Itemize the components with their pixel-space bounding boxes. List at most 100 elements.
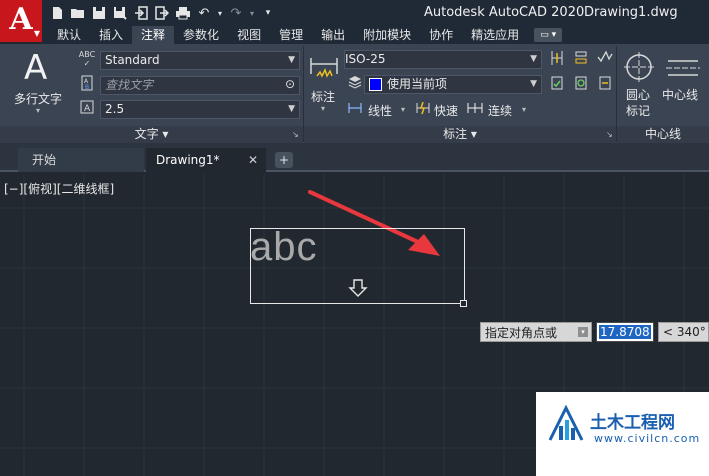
break-dimension-icon[interactable] bbox=[548, 50, 566, 68]
tab-drawing1[interactable]: Drawing1* ✕ bbox=[146, 148, 266, 172]
search-icon[interactable]: ⊙ bbox=[285, 77, 295, 93]
linear-dimension-icon bbox=[346, 101, 364, 119]
watermark: 土木工程网 www.civilcn.com bbox=[536, 392, 709, 476]
dimension-style-value: ISO-25 bbox=[345, 52, 386, 66]
redo-dropdown-icon[interactable]: ▾ bbox=[248, 4, 256, 22]
chevron-down-icon: ▼ bbox=[530, 79, 537, 89]
drawing-canvas[interactable]: [−][俯视][二维线框] abc 指定对角点或 ▾ 17.8708 < 340… bbox=[0, 174, 709, 476]
center-mark-icon bbox=[624, 52, 654, 82]
jogged-linear-icon[interactable] bbox=[596, 75, 614, 93]
viewport-controls[interactable]: [−][俯视][二维线框] bbox=[4, 180, 114, 197]
prompt-options-icon[interactable]: ▾ bbox=[578, 327, 588, 337]
chevron-down-icon: ▼ bbox=[288, 55, 295, 65]
dimension-layer-value: 使用当前项 bbox=[387, 77, 448, 91]
ribbon-tab-bar: 默认 插入 注释 参数化 视图 管理 输出 附加模块 协作 精选应用 ▭ ▾ bbox=[42, 26, 709, 44]
print-icon[interactable] bbox=[174, 4, 192, 22]
center-mark-label-line2: 标记 bbox=[626, 104, 651, 118]
app-menu-caret-icon: ▼ bbox=[33, 29, 40, 38]
watermark-title: 土木工程网 bbox=[590, 413, 675, 433]
tab-annotate[interactable]: 注释 bbox=[132, 26, 175, 44]
undo-dropdown-icon[interactable]: ▾ bbox=[216, 4, 224, 22]
adjust-space-icon[interactable] bbox=[572, 50, 590, 68]
angle-input[interactable]: < 340° bbox=[658, 322, 709, 342]
inspect-icon[interactable] bbox=[596, 50, 614, 68]
tab-start[interactable]: 开始 bbox=[18, 148, 144, 172]
distance-input[interactable]: 17.8708 bbox=[596, 322, 654, 342]
tab-collaborate[interactable]: 协作 bbox=[420, 26, 462, 44]
mtext-big-icon: A bbox=[24, 48, 48, 88]
import-icon[interactable] bbox=[132, 4, 150, 22]
centerline-button[interactable]: 中心线 bbox=[662, 50, 706, 110]
quick-dimension-icon bbox=[414, 101, 432, 119]
undo-icon[interactable]: ↶ bbox=[195, 4, 213, 22]
panel-launcher-icon[interactable]: ↘ bbox=[292, 130, 299, 139]
title-bar: A ▼ ↶ ▾ ↷ ▾ ▾ Autodesk AutoCAD 2020 Draw… bbox=[0, 0, 709, 42]
panel-launcher-icon[interactable]: ↘ bbox=[606, 130, 613, 139]
close-icon[interactable]: ✕ bbox=[248, 148, 258, 172]
dimension-panel-footer[interactable]: 标注 ▾ bbox=[304, 126, 616, 143]
svg-text:A: A bbox=[84, 104, 91, 114]
save-as-icon[interactable] bbox=[111, 4, 129, 22]
quick-access-toolbar: ↶ ▾ ↷ ▾ ▾ bbox=[48, 4, 280, 22]
customize-icon[interactable]: ▾ bbox=[259, 4, 277, 22]
quick-label: 快速 bbox=[434, 104, 459, 118]
text-height-icon: A bbox=[78, 100, 96, 118]
dimension-layer-dropdown[interactable]: 使用当前项 ▼ bbox=[364, 75, 542, 94]
new-tab-button[interactable]: + bbox=[275, 152, 293, 168]
tab-parametric[interactable]: 参数化 bbox=[174, 26, 228, 44]
export-icon[interactable] bbox=[153, 4, 171, 22]
centerline-panel-title: 中心线 bbox=[644, 127, 681, 141]
centerline-panel-footer[interactable]: 中心线 bbox=[617, 126, 709, 143]
dimension-dropdown-icon: ▾ bbox=[321, 104, 326, 113]
watermark-url: www.civilcn.com bbox=[594, 432, 701, 445]
chevron-down-icon: ▼ bbox=[288, 104, 295, 114]
tab-featured-apps[interactable]: 精选应用 bbox=[462, 26, 528, 44]
text-style-dropdown[interactable]: Standard ▼ bbox=[100, 51, 300, 70]
dimension-style-dropdown[interactable]: ISO-25 ▼ bbox=[344, 50, 542, 69]
continue-label: 连续 bbox=[488, 104, 513, 118]
find-text-placeholder: 查找文字 bbox=[105, 78, 154, 92]
ribbon-panel-area: A 多行文字 ▾ ABC ✓ Standard ▼ AB 查找文字 ⊙ A 2.5… bbox=[0, 44, 709, 143]
center-mark-label-line1: 圆心 bbox=[626, 88, 651, 102]
text-style-icon: ABC ✓ bbox=[78, 50, 96, 68]
window-title: Autodesk AutoCAD 2020 bbox=[424, 5, 585, 20]
center-mark-button[interactable]: 圆心 标记 bbox=[620, 50, 660, 122]
watermark-logo bbox=[548, 404, 584, 441]
prompt-text: 指定对角点或 bbox=[485, 326, 558, 340]
layer-color-swatch bbox=[369, 78, 382, 91]
file-tab-bar: 开始 Drawing1* ✕ + bbox=[0, 143, 709, 172]
linear-dropdown-icon: ▾ bbox=[401, 105, 406, 114]
tab-default[interactable]: 默认 bbox=[48, 26, 90, 44]
text-panel-footer[interactable]: 文字 ▾ bbox=[0, 126, 303, 143]
tab-insert[interactable]: 插入 bbox=[90, 26, 132, 44]
distance-value: 17.8708 bbox=[599, 325, 651, 339]
update-dimension-icon[interactable] bbox=[572, 75, 590, 93]
svg-text:B: B bbox=[85, 84, 89, 91]
down-arrow-icon bbox=[348, 279, 368, 297]
continue-dimension-icon bbox=[466, 101, 484, 119]
tab-output[interactable]: 输出 bbox=[312, 26, 354, 44]
continue-dropdown-icon: ▾ bbox=[522, 105, 527, 114]
text-height-dropdown[interactable]: 2.5 ▼ bbox=[100, 100, 300, 119]
tab-manage[interactable]: 管理 bbox=[270, 26, 312, 44]
redo-icon[interactable]: ↷ bbox=[227, 4, 245, 22]
ribbon-minimize-icon[interactable]: ▭ ▾ bbox=[534, 28, 563, 42]
find-text-input[interactable]: 查找文字 ⊙ bbox=[100, 76, 300, 95]
tab-start-label: 开始 bbox=[32, 153, 57, 167]
dimension-icon bbox=[310, 58, 338, 78]
corner-grip[interactable] bbox=[460, 300, 467, 307]
tab-addins[interactable]: 附加模块 bbox=[354, 26, 420, 44]
dimension-button[interactable]: 标注 ▾ bbox=[307, 50, 341, 113]
mtext-button[interactable]: A 多行文字 ▾ bbox=[8, 48, 70, 122]
mtext-label: 多行文字 bbox=[14, 92, 63, 106]
dynamic-input-prompt: 指定对角点或 ▾ bbox=[480, 322, 592, 342]
app-logo-letter: A bbox=[9, 2, 33, 37]
find-text-icon: AB bbox=[78, 75, 96, 93]
new-icon[interactable] bbox=[48, 4, 66, 22]
open-icon[interactable] bbox=[69, 4, 87, 22]
dimension-label: 标注 bbox=[311, 90, 336, 104]
dimension-check-icon[interactable] bbox=[548, 75, 566, 93]
app-menu-button[interactable]: A ▼ bbox=[0, 0, 42, 42]
save-icon[interactable] bbox=[90, 4, 108, 22]
tab-view[interactable]: 视图 bbox=[228, 26, 270, 44]
